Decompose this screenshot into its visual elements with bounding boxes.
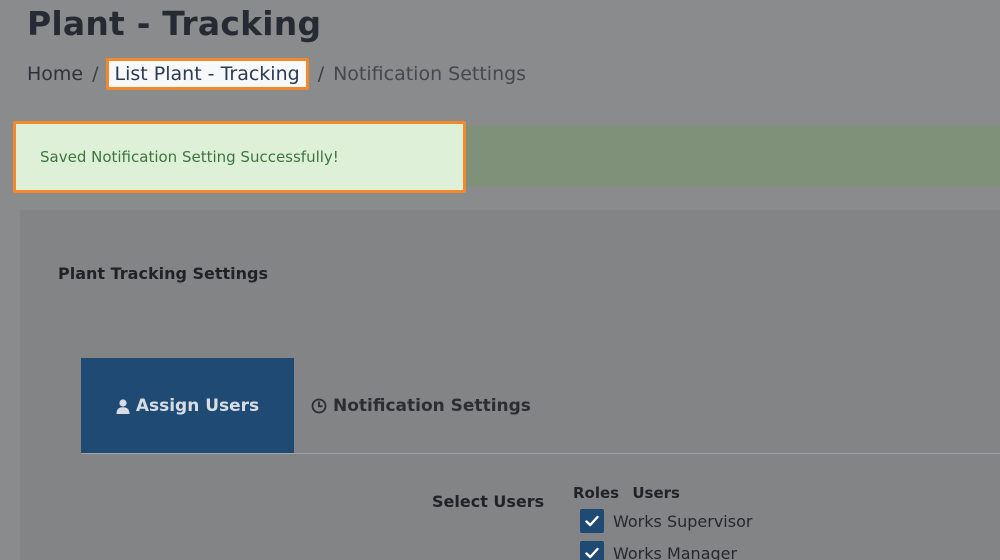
breadcrumb-separator: / (92, 63, 99, 85)
check-icon (585, 515, 599, 527)
roles-header: Roles (573, 484, 620, 502)
breadcrumb-current: Notification Settings (333, 63, 527, 85)
users-header: Users (632, 484, 680, 502)
breadcrumb-separator: / (317, 63, 325, 85)
role-row-works-manager[interactable]: Works Manager (580, 541, 737, 560)
role-row-works-supervisor[interactable]: Works Supervisor (580, 509, 752, 533)
tab-label: Assign Users (135, 396, 260, 416)
select-users-label: Select Users (432, 492, 545, 511)
card-title: Plant Tracking Settings (58, 264, 269, 283)
tab-notification-settings[interactable]: Notification Settings (311, 394, 531, 418)
breadcrumb-home[interactable]: Home (27, 63, 83, 85)
success-alert: Saved Notification Setting Successfully! (13, 121, 466, 193)
page: Plant - Tracking Home / List Plant - Tra… (0, 0, 1000, 560)
roles-users-header: Roles Users (573, 484, 680, 502)
role-label: Works Supervisor (613, 511, 753, 531)
tab-divider (81, 453, 1000, 454)
check-icon (585, 547, 599, 559)
tab-label: Notification Settings (333, 396, 531, 416)
alert-message: Saved Notification Setting Successfully! (40, 148, 339, 166)
breadcrumb: Home / List Plant - Tracking / Notificat… (27, 58, 526, 90)
page-title: Plant - Tracking (27, 4, 322, 43)
breadcrumb-list-link[interactable]: List Plant - Tracking (105, 58, 309, 90)
works-manager-checkbox[interactable] (580, 541, 604, 560)
role-label: Works Manager (613, 543, 738, 560)
clock-icon (311, 398, 327, 414)
tab-assign-users[interactable]: Assign Users (81, 358, 294, 454)
works-supervisor-checkbox[interactable] (580, 509, 604, 533)
user-icon (116, 398, 130, 414)
